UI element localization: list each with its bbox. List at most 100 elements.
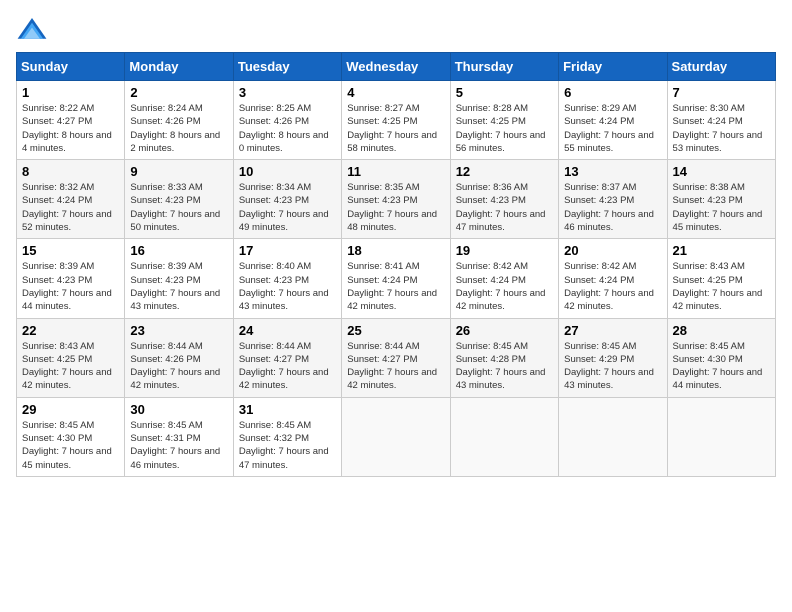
calendar-day-cell: 7 Sunrise: 8:30 AMSunset: 4:24 PMDayligh…: [667, 81, 775, 160]
calendar-day-cell: [342, 397, 450, 476]
day-number: 27: [564, 323, 661, 338]
calendar-day-cell: 29 Sunrise: 8:45 AMSunset: 4:30 PMDaylig…: [17, 397, 125, 476]
weekday-header: Friday: [559, 53, 667, 81]
day-info: Sunrise: 8:45 AMSunset: 4:32 PMDaylight:…: [239, 419, 336, 472]
calendar-day-cell: [559, 397, 667, 476]
day-number: 5: [456, 85, 553, 100]
day-info: Sunrise: 8:25 AMSunset: 4:26 PMDaylight:…: [239, 102, 336, 155]
calendar-day-cell: 2 Sunrise: 8:24 AMSunset: 4:26 PMDayligh…: [125, 81, 233, 160]
calendar-day-cell: 10 Sunrise: 8:34 AMSunset: 4:23 PMDaylig…: [233, 160, 341, 239]
calendar-day-cell: 23 Sunrise: 8:44 AMSunset: 4:26 PMDaylig…: [125, 318, 233, 397]
day-number: 11: [347, 164, 444, 179]
day-info: Sunrise: 8:45 AMSunset: 4:30 PMDaylight:…: [22, 419, 119, 472]
day-info: Sunrise: 8:27 AMSunset: 4:25 PMDaylight:…: [347, 102, 444, 155]
calendar-day-cell: 13 Sunrise: 8:37 AMSunset: 4:23 PMDaylig…: [559, 160, 667, 239]
day-number: 16: [130, 243, 227, 258]
day-info: Sunrise: 8:44 AMSunset: 4:27 PMDaylight:…: [239, 340, 336, 393]
day-number: 3: [239, 85, 336, 100]
day-number: 2: [130, 85, 227, 100]
weekday-header: Monday: [125, 53, 233, 81]
calendar-day-cell: 31 Sunrise: 8:45 AMSunset: 4:32 PMDaylig…: [233, 397, 341, 476]
calendar-day-cell: 16 Sunrise: 8:39 AMSunset: 4:23 PMDaylig…: [125, 239, 233, 318]
day-info: Sunrise: 8:30 AMSunset: 4:24 PMDaylight:…: [673, 102, 770, 155]
calendar-day-cell: 18 Sunrise: 8:41 AMSunset: 4:24 PMDaylig…: [342, 239, 450, 318]
day-info: Sunrise: 8:29 AMSunset: 4:24 PMDaylight:…: [564, 102, 661, 155]
calendar-day-cell: 25 Sunrise: 8:44 AMSunset: 4:27 PMDaylig…: [342, 318, 450, 397]
day-info: Sunrise: 8:42 AMSunset: 4:24 PMDaylight:…: [564, 260, 661, 313]
day-number: 28: [673, 323, 770, 338]
day-info: Sunrise: 8:43 AMSunset: 4:25 PMDaylight:…: [22, 340, 119, 393]
day-number: 7: [673, 85, 770, 100]
day-number: 6: [564, 85, 661, 100]
weekday-header: Wednesday: [342, 53, 450, 81]
day-number: 13: [564, 164, 661, 179]
day-number: 18: [347, 243, 444, 258]
weekday-header: Tuesday: [233, 53, 341, 81]
calendar-week-row: 8 Sunrise: 8:32 AMSunset: 4:24 PMDayligh…: [17, 160, 776, 239]
calendar-day-cell: 30 Sunrise: 8:45 AMSunset: 4:31 PMDaylig…: [125, 397, 233, 476]
day-number: 31: [239, 402, 336, 417]
day-number: 12: [456, 164, 553, 179]
day-info: Sunrise: 8:32 AMSunset: 4:24 PMDaylight:…: [22, 181, 119, 234]
calendar-day-cell: 28 Sunrise: 8:45 AMSunset: 4:30 PMDaylig…: [667, 318, 775, 397]
weekday-header: Sunday: [17, 53, 125, 81]
day-number: 4: [347, 85, 444, 100]
day-info: Sunrise: 8:45 AMSunset: 4:31 PMDaylight:…: [130, 419, 227, 472]
day-info: Sunrise: 8:40 AMSunset: 4:23 PMDaylight:…: [239, 260, 336, 313]
day-info: Sunrise: 8:43 AMSunset: 4:25 PMDaylight:…: [673, 260, 770, 313]
day-info: Sunrise: 8:45 AMSunset: 4:30 PMDaylight:…: [673, 340, 770, 393]
day-number: 22: [22, 323, 119, 338]
page-header: [16, 16, 776, 44]
day-info: Sunrise: 8:39 AMSunset: 4:23 PMDaylight:…: [130, 260, 227, 313]
calendar-day-cell: 11 Sunrise: 8:35 AMSunset: 4:23 PMDaylig…: [342, 160, 450, 239]
weekday-header: Thursday: [450, 53, 558, 81]
day-info: Sunrise: 8:44 AMSunset: 4:27 PMDaylight:…: [347, 340, 444, 393]
day-number: 17: [239, 243, 336, 258]
day-number: 19: [456, 243, 553, 258]
day-info: Sunrise: 8:22 AMSunset: 4:27 PMDaylight:…: [22, 102, 119, 155]
logo: [16, 16, 52, 44]
day-info: Sunrise: 8:38 AMSunset: 4:23 PMDaylight:…: [673, 181, 770, 234]
calendar-day-cell: 24 Sunrise: 8:44 AMSunset: 4:27 PMDaylig…: [233, 318, 341, 397]
calendar-week-row: 29 Sunrise: 8:45 AMSunset: 4:30 PMDaylig…: [17, 397, 776, 476]
calendar-day-cell: 19 Sunrise: 8:42 AMSunset: 4:24 PMDaylig…: [450, 239, 558, 318]
calendar-day-cell: 15 Sunrise: 8:39 AMSunset: 4:23 PMDaylig…: [17, 239, 125, 318]
day-info: Sunrise: 8:33 AMSunset: 4:23 PMDaylight:…: [130, 181, 227, 234]
day-info: Sunrise: 8:24 AMSunset: 4:26 PMDaylight:…: [130, 102, 227, 155]
calendar-day-cell: 22 Sunrise: 8:43 AMSunset: 4:25 PMDaylig…: [17, 318, 125, 397]
day-number: 20: [564, 243, 661, 258]
calendar-week-row: 22 Sunrise: 8:43 AMSunset: 4:25 PMDaylig…: [17, 318, 776, 397]
day-number: 9: [130, 164, 227, 179]
calendar-day-cell: 1 Sunrise: 8:22 AMSunset: 4:27 PMDayligh…: [17, 81, 125, 160]
day-info: Sunrise: 8:35 AMSunset: 4:23 PMDaylight:…: [347, 181, 444, 234]
calendar-day-cell: 17 Sunrise: 8:40 AMSunset: 4:23 PMDaylig…: [233, 239, 341, 318]
day-number: 30: [130, 402, 227, 417]
day-info: Sunrise: 8:37 AMSunset: 4:23 PMDaylight:…: [564, 181, 661, 234]
day-number: 14: [673, 164, 770, 179]
calendar-day-cell: 5 Sunrise: 8:28 AMSunset: 4:25 PMDayligh…: [450, 81, 558, 160]
calendar-day-cell: 6 Sunrise: 8:29 AMSunset: 4:24 PMDayligh…: [559, 81, 667, 160]
day-number: 24: [239, 323, 336, 338]
day-info: Sunrise: 8:39 AMSunset: 4:23 PMDaylight:…: [22, 260, 119, 313]
day-number: 15: [22, 243, 119, 258]
calendar-header-row: SundayMondayTuesdayWednesdayThursdayFrid…: [17, 53, 776, 81]
calendar-day-cell: 21 Sunrise: 8:43 AMSunset: 4:25 PMDaylig…: [667, 239, 775, 318]
calendar-day-cell: 12 Sunrise: 8:36 AMSunset: 4:23 PMDaylig…: [450, 160, 558, 239]
calendar-day-cell: 4 Sunrise: 8:27 AMSunset: 4:25 PMDayligh…: [342, 81, 450, 160]
day-info: Sunrise: 8:42 AMSunset: 4:24 PMDaylight:…: [456, 260, 553, 313]
day-number: 8: [22, 164, 119, 179]
calendar-day-cell: 27 Sunrise: 8:45 AMSunset: 4:29 PMDaylig…: [559, 318, 667, 397]
day-number: 25: [347, 323, 444, 338]
weekday-header: Saturday: [667, 53, 775, 81]
logo-icon: [16, 16, 48, 44]
day-number: 26: [456, 323, 553, 338]
calendar-day-cell: 26 Sunrise: 8:45 AMSunset: 4:28 PMDaylig…: [450, 318, 558, 397]
calendar-day-cell: [450, 397, 558, 476]
day-number: 21: [673, 243, 770, 258]
day-info: Sunrise: 8:44 AMSunset: 4:26 PMDaylight:…: [130, 340, 227, 393]
day-number: 23: [130, 323, 227, 338]
calendar-table: SundayMondayTuesdayWednesdayThursdayFrid…: [16, 52, 776, 477]
day-number: 10: [239, 164, 336, 179]
day-info: Sunrise: 8:45 AMSunset: 4:29 PMDaylight:…: [564, 340, 661, 393]
calendar-day-cell: 3 Sunrise: 8:25 AMSunset: 4:26 PMDayligh…: [233, 81, 341, 160]
